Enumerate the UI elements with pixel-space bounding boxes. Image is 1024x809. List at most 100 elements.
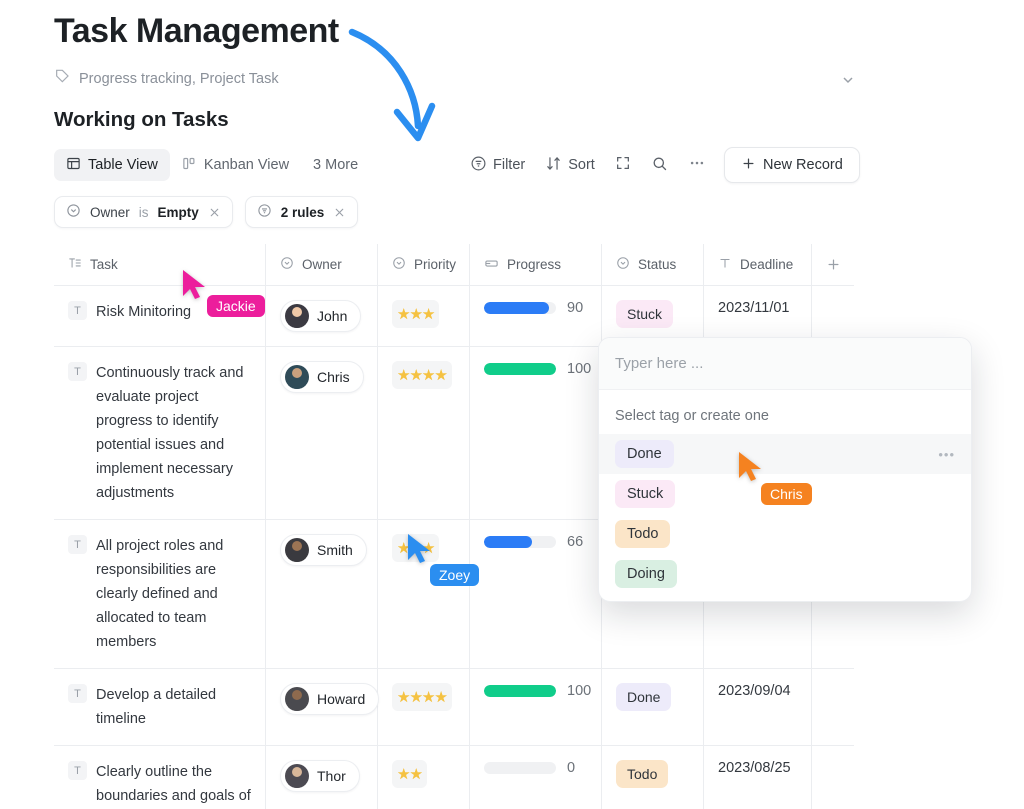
- status-cell[interactable]: Done: [602, 669, 704, 745]
- filter-chip-rules[interactable]: 2 rules: [244, 196, 359, 228]
- star-icon: ★: [421, 689, 435, 706]
- column-header-priority[interactable]: Priority: [378, 243, 470, 286]
- text-list-icon: [68, 256, 82, 273]
- tag-popup-hint: Select tag or create one: [615, 408, 769, 424]
- ellipsis-icon[interactable]: •••: [938, 447, 955, 462]
- text-icon: T: [68, 684, 87, 703]
- priority-stars[interactable]: ★ ★ ★ ★: [392, 361, 452, 389]
- progress-cell[interactable]: 90: [470, 286, 602, 346]
- row-extra-cell: [812, 669, 854, 745]
- priority-cell[interactable]: ★ ★: [378, 746, 470, 809]
- priority-stars[interactable]: ★★★: [392, 300, 440, 328]
- task-title: Clearly outline the boundaries and goals…: [96, 764, 251, 804]
- status-badge[interactable]: Stuck: [616, 300, 674, 328]
- owner-pill[interactable]: Chris: [280, 361, 364, 393]
- column-header-status[interactable]: Status: [602, 243, 704, 286]
- filter-icon: [470, 155, 487, 176]
- column-header-deadline-label: Deadline: [740, 257, 794, 272]
- tag-search-input[interactable]: Typer here ...: [599, 338, 971, 390]
- priority-cell[interactable]: ★ ★ ★ ★: [378, 347, 470, 519]
- more-options-button[interactable]: [688, 154, 706, 176]
- progress-value: 66: [567, 534, 584, 550]
- avatar: [285, 687, 309, 711]
- tab-table-view[interactable]: Table View: [54, 149, 170, 181]
- owner-cell[interactable]: Smith: [266, 520, 378, 668]
- owner-pill[interactable]: Howard: [280, 683, 380, 715]
- search-button[interactable]: [651, 155, 668, 176]
- column-header-deadline[interactable]: Deadline: [704, 243, 812, 286]
- status-cell[interactable]: Todo: [602, 746, 704, 809]
- priority-cell[interactable]: ★★★: [378, 286, 470, 346]
- ellipsis-icon: [688, 154, 706, 176]
- text-icon: T: [68, 362, 87, 381]
- column-header-status-label: Status: [638, 257, 677, 272]
- owner-pill[interactable]: Thor: [280, 760, 360, 792]
- star-icon: ★: [397, 689, 410, 706]
- toolbar-actions: Filter Sort: [470, 148, 706, 182]
- add-column-button[interactable]: [812, 244, 854, 286]
- section-title: Working on Tasks: [54, 108, 229, 131]
- owner-cell[interactable]: Thor: [266, 746, 378, 809]
- column-header-owner[interactable]: Owner: [266, 243, 378, 286]
- task-cell[interactable]: T Develop a detailed timeline: [54, 669, 266, 745]
- column-header-progress-label: Progress: [507, 257, 562, 272]
- tag-option[interactable]: Todo: [599, 514, 971, 554]
- page-title: Task Management: [54, 12, 339, 50]
- tab-kanban-view[interactable]: Kanban View: [170, 149, 301, 181]
- task-cell[interactable]: T All project roles and responsibilities …: [54, 520, 266, 668]
- task-cell[interactable]: T Continuously track and evaluate project…: [54, 347, 266, 519]
- tag-option[interactable]: Done •••: [599, 434, 971, 474]
- tag-option[interactable]: Doing: [599, 554, 971, 594]
- priority-cell[interactable]: ★ ★ ★ ★: [378, 669, 470, 745]
- owner-cell[interactable]: Chris: [266, 347, 378, 519]
- progress-cell[interactable]: 100: [470, 669, 602, 745]
- deadline-cell[interactable]: 2023/08/25: [704, 746, 812, 809]
- circle-chevron-icon: [66, 203, 81, 221]
- task-title: All project roles and responsibilities a…: [96, 538, 224, 650]
- text-icon: T: [68, 301, 87, 320]
- owner-name: John: [317, 308, 348, 324]
- deadline-cell[interactable]: 2023/09/04: [704, 669, 812, 745]
- filter-chip-owner[interactable]: Owner is Empty: [54, 196, 233, 228]
- table-row[interactable]: T Develop a detailed timeline Howard ★ ★ ★ ★ 10…: [54, 669, 854, 746]
- column-header-progress[interactable]: Progress: [470, 243, 602, 286]
- owner-cell[interactable]: Howard: [266, 669, 380, 745]
- chevron-down-icon[interactable]: [840, 72, 856, 88]
- owner-cell[interactable]: John: [266, 286, 378, 346]
- filter-chip-operator: is: [138, 204, 149, 220]
- status-badge[interactable]: Todo: [616, 760, 669, 788]
- tag-options-list: Done ••• Stuck Todo Doing: [599, 434, 971, 594]
- task-title: Risk Minitoring: [96, 304, 192, 320]
- owner-pill[interactable]: John: [280, 300, 362, 332]
- curved-arrow-icon: [344, 24, 444, 159]
- status-badge[interactable]: Done: [616, 683, 672, 711]
- progress-cell[interactable]: 100: [470, 347, 602, 519]
- tag-icon: [54, 68, 70, 89]
- close-icon[interactable]: [208, 206, 221, 219]
- new-record-button[interactable]: New Record: [724, 147, 860, 183]
- progress-bar: [484, 536, 556, 548]
- owner-name: Howard: [317, 691, 366, 707]
- table-row[interactable]: T Clearly outline the boundaries and goal…: [54, 746, 854, 809]
- progress-cell[interactable]: 66: [470, 520, 602, 668]
- column-header-owner-label: Owner: [302, 257, 342, 272]
- star-icon: ★: [409, 689, 422, 706]
- progress-cell[interactable]: 0: [470, 746, 602, 809]
- column-header-task[interactable]: Task: [54, 243, 266, 286]
- expand-button[interactable]: [615, 155, 631, 175]
- progress-value: 100: [567, 683, 592, 699]
- more-views-button[interactable]: 3 More: [313, 157, 358, 173]
- filter-button[interactable]: Filter: [470, 155, 525, 176]
- owner-pill[interactable]: Smith: [280, 534, 367, 566]
- sort-button[interactable]: Sort: [545, 155, 595, 176]
- priority-stars[interactable]: ★ ★: [392, 760, 427, 788]
- expand-icon: [615, 155, 631, 175]
- avatar: [285, 365, 309, 389]
- filter-chip-rules-label: 2 rules: [280, 204, 325, 220]
- text-icon: T: [68, 761, 87, 780]
- filter-chip-field: Owner: [90, 204, 130, 220]
- priority-stars[interactable]: ★ ★ ★ ★: [392, 683, 452, 711]
- task-cell[interactable]: T Clearly outline the boundaries and goal…: [54, 746, 266, 809]
- close-icon[interactable]: [333, 206, 346, 219]
- avatar: [285, 538, 309, 562]
